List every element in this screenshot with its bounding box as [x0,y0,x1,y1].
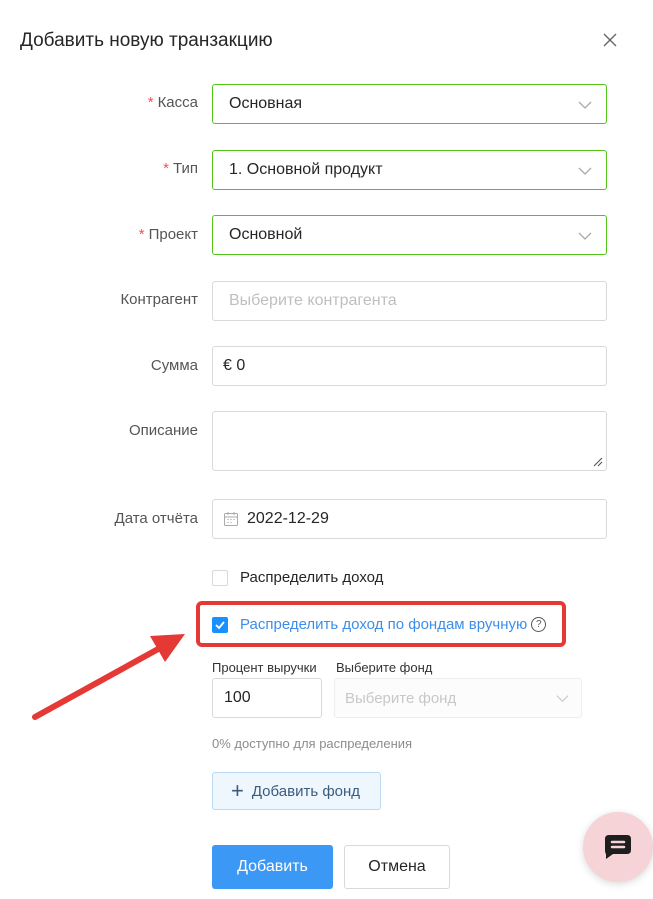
close-icon[interactable] [600,30,620,50]
percent-label: Процент выручки [212,660,317,675]
counterparty-label: Контрагент [120,291,198,308]
description-textarea[interactable] [212,411,607,471]
help-icon[interactable]: ? [531,617,547,632]
project-label: * Проект [138,226,198,243]
fund-placeholder: Выберите фонд [345,689,457,707]
chevron-down-icon [578,167,592,175]
distribute-income-checkbox[interactable] [212,569,228,586]
percent-input[interactable]: 100 [212,678,322,718]
type-value: 1. Основной продукт [229,161,383,178]
available-text: 0% доступно для распределения [212,736,413,751]
submit-button[interactable]: Добавить [212,845,333,889]
kassa-select[interactable]: Основная [212,84,607,124]
kassa-label: * Касса [147,94,198,111]
fund-select[interactable]: Выберите фонд [334,678,582,718]
amount-label: Сумма [150,357,198,374]
chat-widget-button[interactable] [583,812,653,882]
distribute-manual-checkbox[interactable] [212,616,228,633]
report-date-value: 2022-12-29 [247,510,329,527]
chevron-down-icon [578,232,592,240]
type-label: * Тип [163,160,198,177]
description-label: Описание [128,422,198,439]
add-fund-button[interactable]: + Добавить фонд [212,772,381,810]
project-select[interactable]: Основной [212,215,607,255]
chat-icon [605,835,631,859]
project-value: Основной [229,226,303,243]
report-date-picker[interactable]: 2022-12-29 [212,499,607,539]
counterparty-placeholder: Выберите контрагента [229,292,397,309]
add-fund-label: Добавить фонд [251,782,361,800]
cancel-button[interactable]: Отмена [344,845,450,889]
chevron-down-icon [556,695,569,703]
plus-icon: + [231,778,244,803]
percent-value: 100 [224,689,251,706]
amount-value: € 0 [223,357,246,374]
dialog-title: Добавить новую транзакцию [20,30,273,51]
kassa-value: Основная [229,95,303,112]
counterparty-select[interactable]: Выберите контрагента [212,281,607,321]
chevron-down-icon [578,101,592,109]
distribute-manual-option[interactable]: Распределить доход по фондам вручную ? [212,616,547,633]
fund-label: Выберите фонд [336,660,433,675]
distribute-income-option[interactable]: Распределить доход [212,569,383,586]
report-date-label: Дата отчёта [114,510,198,527]
arrow-annotation [32,634,185,720]
check-icon [215,620,225,629]
amount-input[interactable]: € 0 [212,346,607,386]
resize-handle-icon[interactable] [593,457,603,467]
distribute-manual-label: Распределить доход по фондам вручную [240,616,528,633]
distribute-income-label: Распределить доход [240,569,384,586]
calendar-icon [224,512,238,526]
type-select[interactable]: 1. Основной продукт [212,150,607,190]
